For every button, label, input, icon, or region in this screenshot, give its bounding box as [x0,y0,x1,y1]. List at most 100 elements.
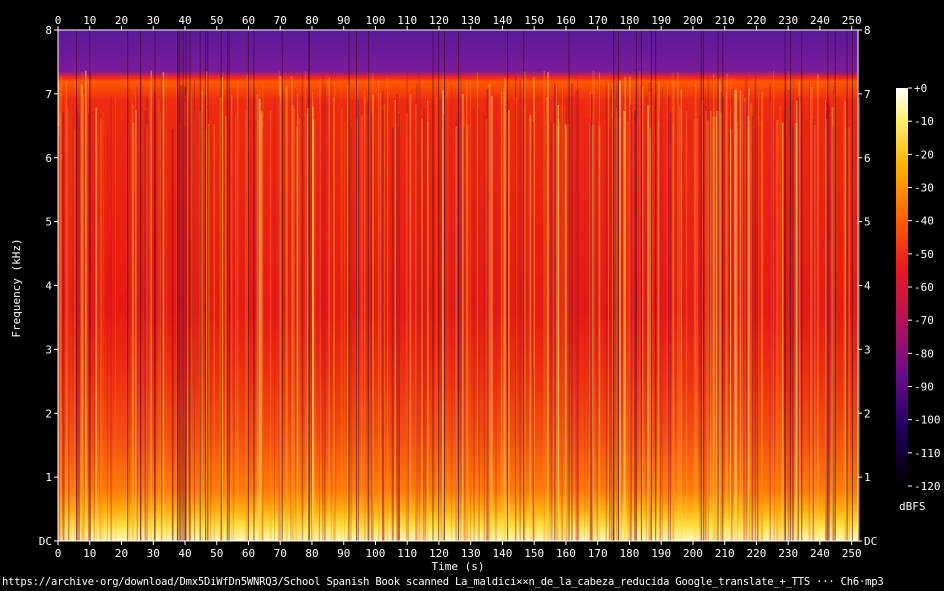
colorbar-tick-label: -60 [914,281,934,294]
spectrogram-streak [482,108,484,541]
spectrogram-streak [831,107,834,541]
spectrogram-streak [262,83,264,541]
spectrogram-streak [65,81,68,541]
x-tick-label-bottom: 80 [305,547,318,560]
spectrogram-streak [624,76,627,542]
spectrogram-streak [575,91,578,541]
spectrogram-streak [245,110,247,541]
spectrogram-gap [523,30,525,541]
spectrogram-gap [702,30,704,541]
y-tick-label-left: 4 [45,280,52,293]
spectrogram-streak [306,112,308,541]
x-tick-label-bottom: 140 [493,547,513,560]
spectrogram-streak [194,79,196,541]
spectrogram-streak [366,101,369,541]
spectrogram-streak [563,105,565,541]
spectrogram-streak [190,91,192,542]
spectrogram-streak [74,129,76,541]
spectrogram-streak [652,90,654,542]
x-tick-label-bottom: 240 [810,547,830,560]
y-tick-label-right: 2 [864,407,871,420]
spectrogram-streak [547,72,550,541]
spectrogram-gap [127,30,129,541]
spectrogram-streak [731,89,733,541]
spectrogram-gap [834,30,836,541]
spectrogram-streak [418,73,421,541]
spectrogram-streak [577,87,579,541]
x-tick-label-top: 10 [83,14,96,27]
spectrogram-gap [76,30,77,541]
spectrogram-streak [232,96,235,542]
x-axis-title: Time (s) [432,560,485,573]
spectrogram-streak [608,124,611,541]
spectrogram-streak [296,93,299,541]
spectrogram-streak [350,125,352,541]
spectrogram-streak [441,94,443,542]
spectrogram-streak [750,103,753,541]
spectrogram-gap [568,30,570,541]
spectrogram-streak [256,93,259,542]
spectrogram-streak [628,123,631,541]
spectrogram-gap [189,30,191,541]
x-tick-label-bottom: 50 [210,547,223,560]
x-tick-label-bottom: 10 [83,547,96,560]
spectrogram-streak [754,75,757,542]
x-tick-label-bottom: 130 [461,547,481,560]
spectrogram-streak [132,122,135,542]
spectrogram-streak [100,117,102,541]
spectrogram-streak [632,82,634,541]
spectrogram-streak [344,123,345,541]
spectrogram-streak [484,115,486,542]
spectrogram-streak [324,84,326,541]
spectrogram-streak [340,84,342,542]
spectrogram-streak [473,107,475,542]
spectrogram-streak [451,86,453,542]
spectrogram-streak [62,112,65,541]
spectrogram-streak [175,86,178,541]
spectrogram-streak [290,78,292,541]
colorbar-tick-label: -120 [914,480,941,493]
spectrogram-streak [816,74,819,541]
x-tick-label-bottom: 120 [429,547,449,560]
x-tick-label-top: 210 [715,14,735,27]
x-tick-label-top: 150 [524,14,544,27]
x-tick-label-top: 240 [810,14,830,27]
spectrogram-streak [490,96,493,541]
y-tick-label-left: 3 [45,343,52,356]
spectrogram-gap [851,30,853,541]
x-tick-label-bottom: 160 [556,547,576,560]
spectrogram-plot-area [57,29,861,542]
spectrogram-streak [657,120,660,542]
spectrogram-streak [742,94,744,541]
spectrogram-gap [618,30,619,541]
y-tick-label-right: 8 [864,24,871,37]
colorbar-unit: dBFS [899,500,926,513]
x-tick-label-top: 190 [651,14,671,27]
spectrogram-streak [565,125,567,541]
spectrogram-streak [707,120,709,542]
spectrogram-streak [274,95,275,542]
spectrogram-streak [162,72,165,541]
colorbar-tick-label: -10 [914,115,934,128]
spectrogram-streak [231,94,233,542]
spectrogram-streak [844,127,847,542]
spectrogram-streak [235,115,237,541]
spectrogram-streak [734,89,737,542]
spectrogram-gap [827,30,829,541]
spectrogram-streak [369,95,370,541]
spectrogram-streak [171,128,174,541]
spectrogram-streak [645,95,647,542]
spectrogram-streak [68,108,70,542]
spectrogram-gap [308,30,310,541]
spectrogram-gap [348,30,350,541]
spectrogram-streak [737,107,739,542]
spectrogram-streak [779,106,782,541]
spectrogram-streak [427,100,429,542]
spectrogram-streak [524,106,526,541]
spectrogram-streak [78,113,80,542]
x-tick-label-top: 30 [147,14,160,27]
spectrogram-streak [615,107,617,542]
spectrogram-streak [760,121,762,542]
colorbar-tick-label: -30 [914,182,934,195]
spectrogram-streak [694,83,697,542]
